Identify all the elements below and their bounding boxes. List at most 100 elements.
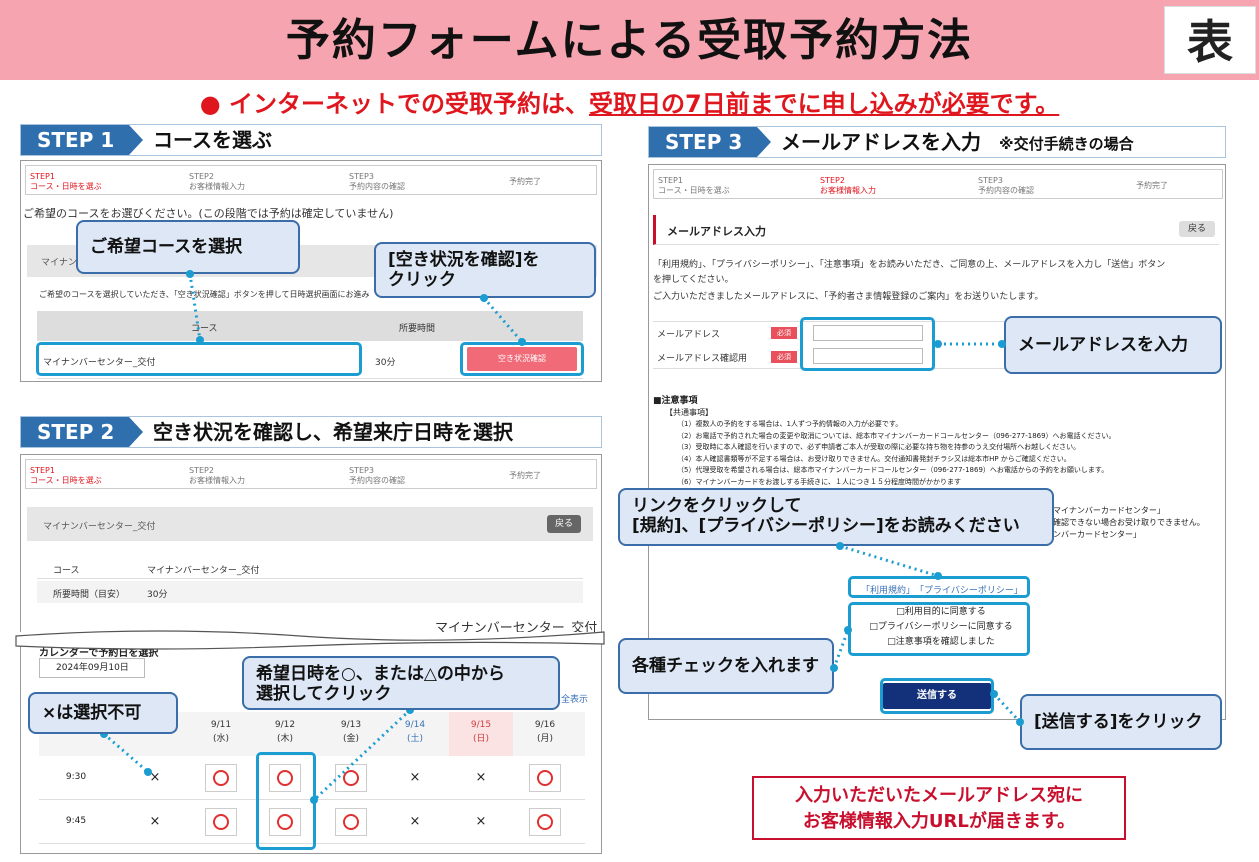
circle-icon [343,769,359,786]
info-row-course [37,557,583,579]
send-highlight [880,678,994,714]
step1-center-partial: マイナン [41,258,77,268]
day-date: 9/15 [470,720,492,730]
crumb-step1-b: コース・日時を選ぶ [30,476,102,485]
step2-tag: STEP 2 [21,417,129,447]
callout-pick-slot: 希望日時を○、または△の中から 選択してクリック [242,656,560,710]
info-time-value: 30分 [147,590,168,600]
step3-breadcrumb: STEP1 コース・日時を選ぶ STEP2 お客様情報入力 STEP3 予約内容… [653,169,1223,199]
step2-breadcrumb: STEP1 コース・日時を選ぶ STEP2 お客様情報入力 STEP3 予約内容… [25,459,597,489]
desc-line3: ご入力いただきましたメールアドレスに、「予約者さま情報登録のご案内」をお送りいた… [653,292,1044,302]
crumb-step3-a: STEP3 [349,466,374,475]
crumb-step2-b: お客様情報入力 [189,476,245,485]
calendar-title: カレンダーで予約日を選択 [39,648,159,659]
info-course-label: コース [53,566,80,576]
unavailable-slot: × [475,770,487,785]
step3-title-text: メールアドレスを入力 [781,130,981,154]
crumb-step1-a: STEP1 [30,466,55,475]
circle-icon [537,769,553,786]
step2-header: STEP 2 空き状況を確認し、希望来庁日時を選択 [20,416,602,448]
callout-check-availability: [空き状況を確認]を クリック [374,242,596,298]
course-time: 30分 [375,358,396,368]
note-item: （2）お電話で予約された場合の変更や取消については、総本市マイナンバーカードコー… [677,431,1116,440]
available-slot[interactable] [513,808,577,836]
callout-enter-email: メールアドレスを入力 [1004,316,1222,374]
unavailable-slot: × [475,814,487,829]
step-arrow-icon [129,417,143,447]
day-weekday: (金) [342,734,360,744]
note-item: （6）マイナンバーカードをお渡しする手続きに、１人につき１５分程度時間がかかりま… [677,477,961,486]
crumb-step3-b: 予約内容の確認 [349,476,405,485]
info-time-label: 所要時間（目安） [53,590,126,600]
crumb-step1-b: コース・日時を選ぶ [658,186,730,195]
notes-title: ■注意事項 [653,396,698,406]
col-course: コース [191,324,218,334]
crumb-step1-a: STEP1 [30,172,55,181]
show-all-link[interactable]: 全表示 [561,692,588,705]
step1-instruction2: ご希望のコースを選択していただき、「空き状況確認」ボタンを押して日時選択画面にお… [39,290,370,299]
crumb-step3-a: STEP3 [349,172,374,181]
unavailable-slot: × [149,770,161,785]
hidden-note-2: 確認できない場合お受け取りできません。 [1053,518,1205,527]
side-label: 表 [1164,6,1256,74]
note-item: （4）本人確認書類等が不足する場合は、お受け取りできません。交付通知書発封チラシ… [677,454,1071,463]
day-header: 9/15 (日) [449,718,513,746]
callout-x-unavailable: ×は選択不可 [28,692,178,734]
back-button[interactable]: 戻る [1179,221,1215,237]
day-header: 9/14 (土) [383,718,447,746]
step2-center: マイナンバーセンター_交付 [43,522,156,532]
day-date: 9/14 [404,720,426,730]
day-date: 9/11 [210,720,232,730]
circle-icon [343,813,359,830]
crumb-step2-a: STEP2 [820,176,845,185]
callout-check-boxes: 各種チェックを入れます [618,638,834,694]
crumb-step2-b: お客様情報入力 [189,182,245,191]
email-highlight [800,317,935,371]
required-badge: 必須 [771,327,797,339]
slot-highlight [256,752,316,850]
unavailable-slot: × [149,814,161,829]
required-badge: 必須 [771,351,797,363]
cut-center-text: マイナンバーセンター_交付 [435,621,598,632]
day-date: 9/12 [274,720,296,730]
day-weekday: (土) [406,734,424,744]
available-slot[interactable] [319,808,383,836]
day-weekday: (水) [212,734,230,744]
day-weekday: (月) [536,734,554,744]
crumb-step3-b: 予約内容の確認 [349,182,405,191]
course-table-head [37,311,583,341]
calendar-date-field[interactable]: 2024年09月10日 [39,658,145,678]
available-slot[interactable] [319,764,383,792]
time-label: 9:45 [65,816,87,826]
crumb-step2-a: STEP2 [189,466,214,475]
available-slot[interactable] [189,808,253,836]
circle-icon [213,769,229,786]
back-button[interactable]: 戻る [547,515,581,533]
info-course-value: マイナンバーセンター_交付 [147,566,260,576]
crumb-step3-a: STEP3 [978,176,1003,185]
course-highlight [36,342,362,376]
day-header: 9/13 (金) [319,718,383,746]
step1-breadcrumb: STEP1 コース・日時を選ぶ STEP2 お客様情報入力 STEP3 予約内容… [25,165,597,195]
notes-subtitle: 【共通事項】 [665,408,713,417]
available-slot[interactable] [513,764,577,792]
day-weekday: (木) [276,734,294,744]
step3-title-note: ※交付手続きの場合 [999,135,1134,153]
note-item: （3）受取時に本人確認を行いますので、必ず申請者ご本人が受取の際に必要な持ち物を… [677,443,1081,451]
crumb-done: 予約完了 [509,471,541,480]
step3-tag: STEP 3 [649,127,757,157]
step3-title: メールアドレスを入力 ※交付手続きの場合 [781,127,1134,159]
email-section-title: メールアドレス入力 [667,225,766,238]
button-highlight [460,342,584,376]
day-header: 9/16 (月) [513,718,577,746]
note-item: （1）複数人の予約をする場合は、1人ずつ予約情報の入力が必要です。 [677,420,903,428]
email-label: メールアドレス [657,330,721,340]
note-item: （5）代理受取を希望される場合は、総本市マイナンバーカードコールセンター（096… [677,466,1109,474]
step-arrow-icon [757,127,771,157]
checks-highlight [848,602,1030,656]
time-label: 9:30 [65,772,87,782]
available-slot[interactable] [189,764,253,792]
crumb-step1-a: STEP1 [658,176,683,185]
unavailable-slot: × [409,814,421,829]
notice-prefix: ● インターネットでの受取予約は、 [199,90,589,118]
